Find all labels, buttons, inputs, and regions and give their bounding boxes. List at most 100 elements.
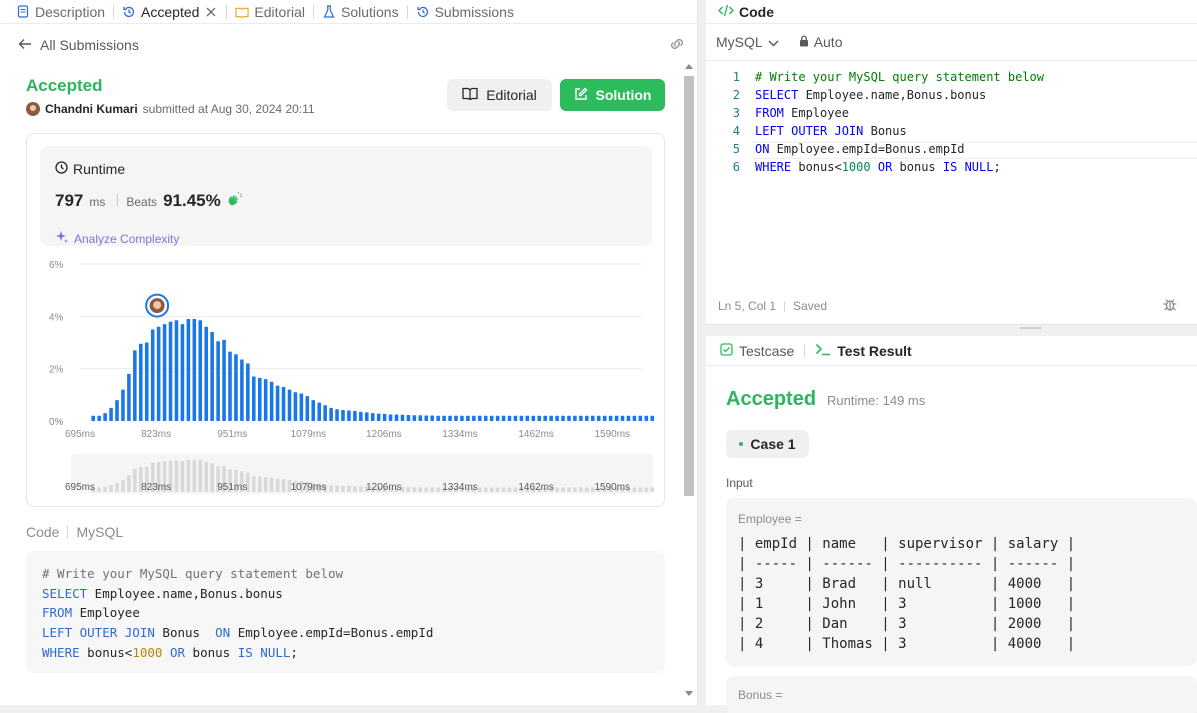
tab-submissions[interactable]: Submissions xyxy=(410,0,520,24)
runtime-bar[interactable] xyxy=(115,400,119,421)
runtime-bar[interactable] xyxy=(590,415,595,421)
runtime-bar[interactable] xyxy=(579,415,583,421)
scroll-down-arrow[interactable] xyxy=(685,691,693,696)
runtime-bar[interactable] xyxy=(156,326,161,421)
runtime-bar[interactable] xyxy=(168,321,173,421)
runtime-bar[interactable] xyxy=(436,415,440,421)
runtime-bar[interactable] xyxy=(543,415,547,421)
runtime-bar[interactable] xyxy=(638,415,643,421)
bug-icon[interactable] xyxy=(1162,296,1178,317)
submitter-name[interactable]: Chandni Kumari xyxy=(45,102,138,116)
left-scrollbar[interactable] xyxy=(682,62,696,702)
runtime-bar[interactable] xyxy=(406,414,411,421)
runtime-bar[interactable] xyxy=(608,415,613,421)
runtime-bar[interactable] xyxy=(323,405,327,421)
runtime-bar[interactable] xyxy=(472,415,476,421)
runtime-bar[interactable] xyxy=(139,343,143,421)
runtime-bar[interactable] xyxy=(376,413,381,421)
runtime-bar[interactable] xyxy=(305,396,310,421)
runtime-bar[interactable] xyxy=(222,339,226,421)
runtime-bar[interactable] xyxy=(430,415,434,421)
language-select[interactable]: MySQL xyxy=(716,34,779,50)
runtime-bar[interactable] xyxy=(519,415,524,421)
close-icon[interactable] xyxy=(204,5,218,19)
runtime-bar[interactable] xyxy=(424,415,429,421)
runtime-bar[interactable] xyxy=(91,415,95,421)
tab-description[interactable]: Description xyxy=(10,0,111,24)
runtime-bar[interactable] xyxy=(507,415,512,421)
runtime-bar[interactable] xyxy=(257,377,262,421)
runtime-bar[interactable] xyxy=(133,350,137,421)
runtime-bar[interactable] xyxy=(299,393,304,421)
runtime-bar[interactable] xyxy=(109,407,113,421)
runtime-bar[interactable] xyxy=(596,415,601,421)
runtime-bar[interactable] xyxy=(335,409,339,421)
runtime-bar[interactable] xyxy=(454,415,458,421)
runtime-bar[interactable] xyxy=(477,415,482,421)
runtime-bar[interactable] xyxy=(466,415,470,421)
runtime-bar[interactable] xyxy=(347,410,351,421)
runtime-bar[interactable] xyxy=(150,329,155,421)
runtime-bar[interactable] xyxy=(567,415,571,421)
runtime-bar[interactable] xyxy=(555,415,559,421)
runtime-bar[interactable] xyxy=(489,415,494,421)
runtime-bar[interactable] xyxy=(501,415,506,421)
runtime-bar[interactable] xyxy=(240,359,244,421)
tab-editorial[interactable]: Editorial xyxy=(229,0,311,24)
runtime-bar[interactable] xyxy=(448,415,452,421)
runtime-bar[interactable] xyxy=(614,415,619,421)
runtime-bar[interactable] xyxy=(121,389,125,421)
runtime-bar[interactable] xyxy=(317,402,321,421)
panel-resize-handle[interactable] xyxy=(1020,327,1042,329)
runtime-bar[interactable] xyxy=(127,373,131,421)
runtime-bar[interactable] xyxy=(246,363,250,421)
editorial-button[interactable]: Editorial xyxy=(447,79,552,111)
runtime-bar[interactable] xyxy=(644,415,649,421)
all-submissions-link[interactable]: All Submissions xyxy=(40,37,139,53)
runtime-bar[interactable] xyxy=(531,415,536,421)
runtime-bar[interactable] xyxy=(585,415,589,421)
runtime-bar[interactable] xyxy=(537,415,542,421)
runtime-bar[interactable] xyxy=(263,379,268,421)
runtime-bar[interactable] xyxy=(162,324,167,421)
submission-detail-scroll[interactable]: Accepted Chandni Kumari submitted at Aug… xyxy=(10,62,680,702)
runtime-bar[interactable] xyxy=(103,413,107,421)
runtime-bar[interactable] xyxy=(364,412,369,421)
runtime-bar[interactable] xyxy=(216,341,220,421)
runtime-bar[interactable] xyxy=(287,389,292,421)
runtime-bar[interactable] xyxy=(293,392,298,421)
runtime-bar[interactable] xyxy=(275,385,280,421)
runtime-bar[interactable] xyxy=(626,415,631,421)
runtime-bar[interactable] xyxy=(561,415,565,421)
avatar[interactable] xyxy=(26,102,40,116)
code-editor[interactable]: 1 # Write your MySQL query statement belo… xyxy=(706,60,1197,290)
scrollbar-thumb[interactable] xyxy=(684,76,694,496)
analyze-complexity-link[interactable]: Analyze Complexity xyxy=(55,230,179,247)
runtime-bar[interactable] xyxy=(341,410,345,421)
runtime-bar[interactable] xyxy=(281,386,286,421)
runtime-bar[interactable] xyxy=(269,381,274,421)
runtime-bar[interactable] xyxy=(252,376,256,421)
tab-testcase[interactable]: Testcase xyxy=(720,343,794,359)
runtime-bar[interactable] xyxy=(442,415,446,421)
runtime-bar[interactable] xyxy=(192,318,197,421)
runtime-bar[interactable] xyxy=(329,407,333,421)
tab-accepted[interactable]: Accepted xyxy=(116,0,224,24)
runtime-bar[interactable] xyxy=(144,342,149,422)
runtime-bar[interactable] xyxy=(174,320,179,421)
runtime-bar[interactable] xyxy=(513,415,518,421)
runtime-bar[interactable] xyxy=(525,415,530,421)
runtime-bar[interactable] xyxy=(198,320,203,421)
runtime-bar[interactable] xyxy=(359,411,363,421)
runtime-bar[interactable] xyxy=(186,318,191,421)
runtime-bar[interactable] xyxy=(382,413,387,421)
runtime-bar[interactable] xyxy=(400,414,405,421)
runtime-bar[interactable] xyxy=(632,415,637,421)
tab-solutions[interactable]: Solutions xyxy=(316,0,405,24)
link-icon[interactable] xyxy=(668,37,686,54)
runtime-bar[interactable] xyxy=(460,415,464,421)
runtime-bar[interactable] xyxy=(602,415,607,421)
auto-mode-toggle[interactable]: Auto xyxy=(799,34,843,50)
case-1-button[interactable]: Case 1 xyxy=(726,430,809,458)
runtime-bar[interactable] xyxy=(234,354,238,421)
